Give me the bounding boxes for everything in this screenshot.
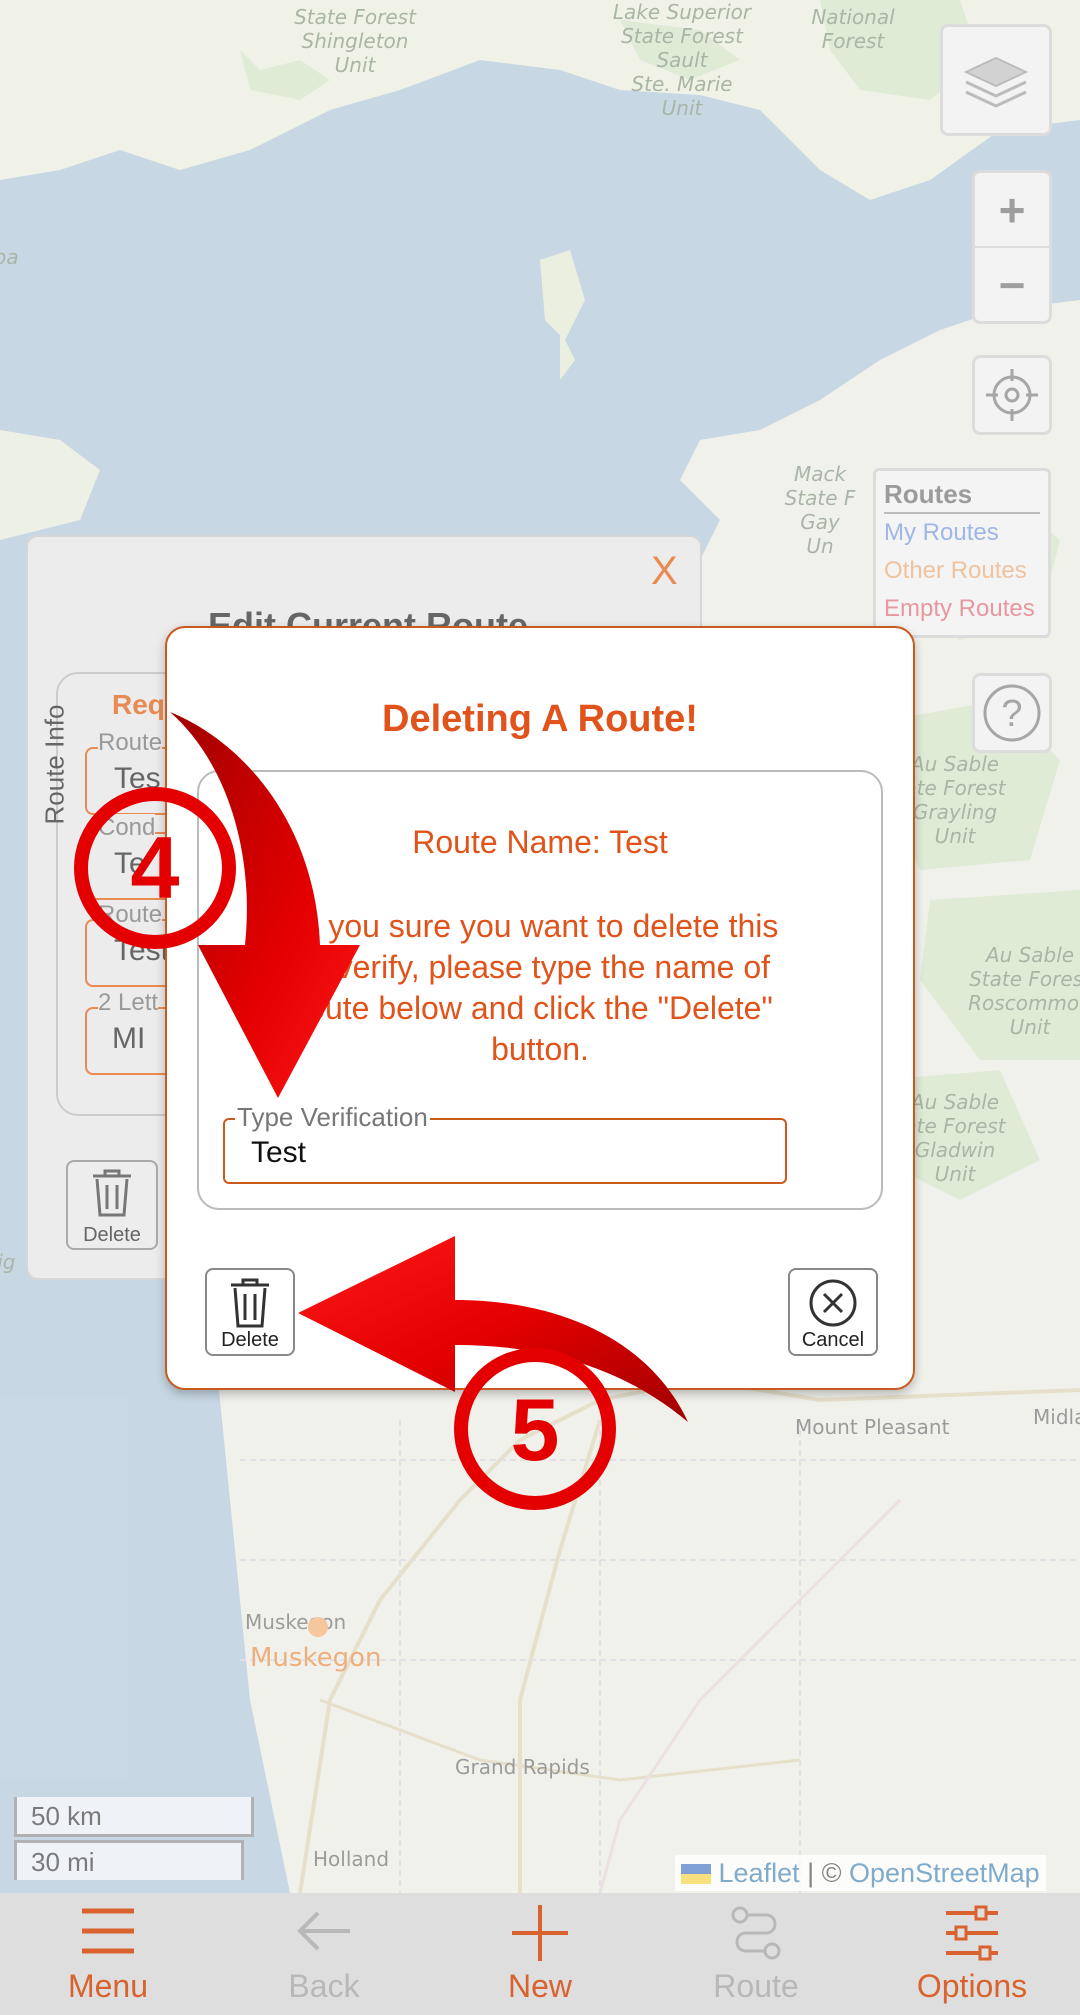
nav-back-label: Back <box>288 1968 360 2004</box>
step-4-number: 4 <box>131 818 180 917</box>
nav-route-label: Route <box>713 1968 799 2004</box>
nav-menu[interactable]: Menu <box>0 1893 216 2015</box>
sliders-icon <box>946 1905 998 1961</box>
route-icon <box>731 1906 781 1960</box>
back-arrow-icon <box>297 1911 350 1951</box>
arrow-step-5-icon <box>298 1236 688 1422</box>
nav-back[interactable]: Back <box>216 1893 432 2015</box>
arrow-step-4-icon <box>170 712 360 1098</box>
nav-new[interactable]: New <box>432 1893 648 2015</box>
step-5-number: 5 <box>511 1380 560 1479</box>
nav-route[interactable]: Route <box>648 1893 864 2015</box>
nav-options[interactable]: Options <box>864 1893 1080 2015</box>
nav-new-label: New <box>507 1968 572 2004</box>
nav-menu-label: Menu <box>67 1968 149 2004</box>
tutorial-annotations: 4 5 <box>74 712 688 1510</box>
plus-icon <box>512 1905 568 1961</box>
menu-icon <box>82 1908 134 1954</box>
bottom-navigation: Menu Back New Route Options <box>0 1893 1080 2015</box>
nav-options-label: Options <box>916 1968 1028 2004</box>
